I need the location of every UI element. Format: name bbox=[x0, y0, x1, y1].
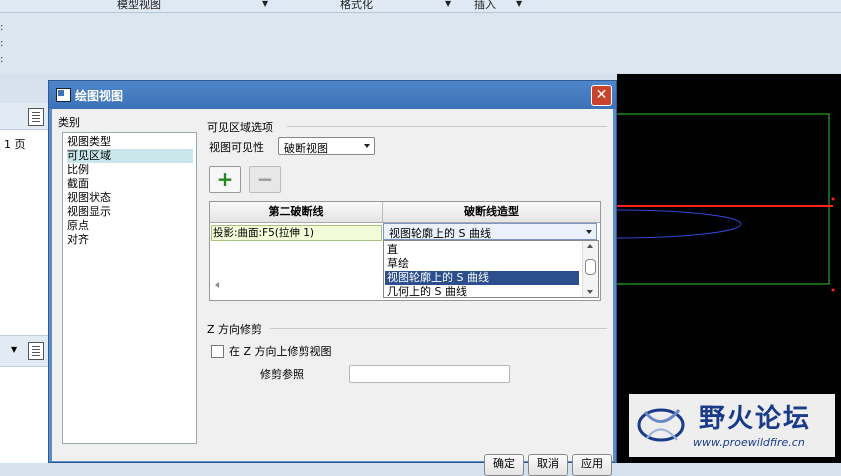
watermark-url: www.proewildfire.cn bbox=[693, 436, 805, 449]
add-break-button[interactable]: + bbox=[209, 166, 241, 193]
forum-logo-icon bbox=[637, 408, 685, 442]
option-s-curve-geometry[interactable]: 几何上的 S 曲线 bbox=[385, 285, 579, 299]
cancel-button[interactable]: 取消 bbox=[528, 454, 568, 476]
category-item-view-state[interactable]: 视图状态 bbox=[67, 191, 115, 205]
ribbon-marker: : bbox=[0, 54, 4, 65]
chevron-down-icon bbox=[364, 144, 370, 148]
group-divider bbox=[287, 126, 607, 127]
trim-reference-label: 修剪参照 bbox=[260, 368, 304, 381]
group-divider bbox=[270, 328, 607, 329]
graphics-canvas[interactable]: 野火论坛 www.proewildfire.cn bbox=[617, 74, 841, 463]
page-label: 1 页 bbox=[4, 138, 26, 151]
model-tree-panel: 1 页 ▼ bbox=[0, 103, 49, 463]
visible-area-group-title: 可见区域选项 bbox=[207, 121, 273, 134]
scroll-up-icon[interactable] bbox=[587, 244, 593, 248]
chevron-down-icon[interactable]: ▼ bbox=[262, 0, 268, 8]
ok-button[interactable]: 确定 bbox=[484, 454, 524, 476]
scroll-thumb[interactable] bbox=[585, 259, 596, 275]
remove-break-button[interactable]: − bbox=[249, 166, 281, 193]
z-clip-group-title: Z 方向修剪 bbox=[207, 323, 263, 336]
trim-reference-field[interactable] bbox=[349, 365, 510, 383]
chevron-down-icon[interactable]: ▼ bbox=[11, 345, 17, 354]
category-item-alignment[interactable]: 对齐 bbox=[67, 233, 93, 247]
panel-header-2: ▼ bbox=[0, 335, 48, 367]
list-icon[interactable] bbox=[28, 108, 44, 126]
category-item-section[interactable]: 截面 bbox=[67, 177, 93, 191]
menu-model-view[interactable]: 模型视图 bbox=[117, 0, 161, 12]
drawing-view-dialog: 绘图视图 ✕ 类别 视图类型 可见区域 比例 截面 视图状态 视图显示 原点 对… bbox=[48, 80, 617, 476]
menubar: 模型视图 ▼ 格式化 ▼ 插入 ▼ bbox=[0, 0, 841, 13]
z-clip-checkbox[interactable] bbox=[211, 345, 224, 358]
ribbon-marker: : bbox=[0, 38, 4, 49]
z-clip-checkbox-label[interactable]: 在 Z 方向上修剪视图 bbox=[229, 343, 332, 359]
ribbon-marker: : bbox=[0, 22, 4, 33]
chevron-down-icon[interactable]: ▼ bbox=[445, 0, 451, 8]
break-style-value: 视图轮廓上的 S 曲线 bbox=[389, 227, 491, 240]
scroll-down-icon[interactable] bbox=[587, 290, 593, 294]
ribbon: : : : bbox=[0, 13, 841, 73]
dropdown-scrollbar[interactable] bbox=[582, 241, 598, 297]
list-icon[interactable] bbox=[28, 342, 44, 360]
category-list: 视图类型 可见区域 比例 截面 视图状态 视图显示 原点 对齐 bbox=[62, 132, 197, 444]
option-straight[interactable]: 直 bbox=[385, 243, 579, 257]
break-style-dropdown: 直 草绘 视图轮廓上的 S 曲线 几何上的 S 曲线 bbox=[383, 240, 599, 298]
dialog-title: 绘图视图 bbox=[75, 89, 124, 103]
category-item-view-type[interactable]: 视图类型 bbox=[67, 135, 115, 149]
break-table: 第二破断线 破断线造型 投影:曲面:F5(拉伸 1) 视图轮廓上的 S 曲线 直… bbox=[209, 201, 601, 301]
category-item-scale[interactable]: 比例 bbox=[67, 163, 93, 177]
category-item-origin[interactable]: 原点 bbox=[67, 219, 93, 233]
dialog-body: 类别 视图类型 可见区域 比例 截面 视图状态 视图显示 原点 对齐 可见区域选… bbox=[52, 109, 613, 476]
break-line-cell[interactable]: 投影:曲面:F5(拉伸 1) bbox=[211, 225, 382, 241]
category-item-visible-area[interactable]: 可见区域 bbox=[67, 149, 193, 163]
chevron-down-icon bbox=[586, 230, 592, 234]
visibility-value: 破断视图 bbox=[284, 142, 328, 155]
menu-format[interactable]: 格式化 bbox=[340, 0, 373, 12]
category-item-view-display[interactable]: 视图显示 bbox=[67, 205, 115, 219]
panel-header bbox=[0, 103, 48, 130]
break-style-select[interactable]: 视图轮廓上的 S 曲线 bbox=[383, 223, 597, 240]
dialog-app-icon bbox=[56, 88, 71, 102]
visibility-label: 视图可见性 bbox=[209, 141, 264, 154]
dialog-titlebar[interactable]: 绘图视图 ✕ bbox=[49, 81, 616, 109]
scroll-left-icon[interactable] bbox=[215, 282, 219, 288]
option-sketch[interactable]: 草绘 bbox=[385, 257, 579, 271]
apply-button[interactable]: 应用 bbox=[572, 454, 612, 476]
visibility-select[interactable]: 破断视图 bbox=[278, 137, 375, 155]
watermark: 野火论坛 www.proewildfire.cn bbox=[629, 394, 835, 457]
menu-insert[interactable]: 插入 bbox=[474, 0, 496, 12]
close-button[interactable]: ✕ bbox=[591, 85, 612, 106]
option-s-curve-outline[interactable]: 视图轮廓上的 S 曲线 bbox=[385, 271, 579, 285]
chevron-down-icon[interactable]: ▼ bbox=[516, 0, 522, 8]
column-header-break-line-style: 破断线造型 bbox=[383, 202, 600, 223]
watermark-title: 野火论坛 bbox=[699, 404, 812, 434]
column-header-second-break-line: 第二破断线 bbox=[210, 202, 383, 223]
category-label: 类别 bbox=[58, 116, 80, 129]
